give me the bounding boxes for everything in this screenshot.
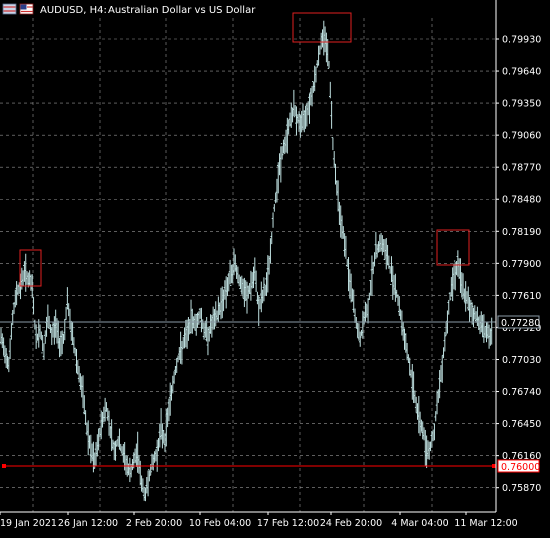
support-line-handle-right[interactable]	[492, 464, 496, 468]
time-tick-label: 26 Jan 12:00	[58, 518, 118, 529]
price-tick-label: 0.77900	[502, 259, 541, 270]
price-tick-label: 0.77610	[502, 291, 541, 302]
uk-flag-icon	[2, 3, 17, 15]
price-tick-label: 0.77030	[502, 355, 541, 366]
support-line-handle-left[interactable]	[2, 464, 6, 468]
price-tick-label: 0.79640	[502, 67, 541, 78]
symbol-label: AUDUSD, H4:	[40, 5, 107, 16]
price-tick-label: 0.76740	[502, 387, 541, 398]
current-price-text: 0.77280	[501, 318, 540, 329]
price-tick-label: 0.76450	[502, 419, 541, 430]
support-price-text: 0.76000	[501, 462, 540, 473]
price-tick-label: 0.79930	[502, 34, 541, 45]
chart-background	[0, 0, 550, 534]
chart-window[interactable]: AUDUSD, H4: Australian Dollar vs US Doll…	[0, 0, 550, 534]
time-tick-label: 2 Feb 20:00	[126, 518, 182, 529]
time-tick-label: 11 Mar 12:00	[454, 518, 517, 529]
price-tick-label: 0.78770	[502, 163, 541, 174]
support-price-label: 0.76000	[497, 459, 540, 473]
price-tick-label: 0.78480	[502, 195, 541, 206]
price-tick-label: 0.75870	[502, 483, 541, 494]
price-tick-label: 0.78190	[502, 227, 541, 238]
price-chart[interactable]: AUDUSD, H4: Australian Dollar vs US Doll…	[0, 0, 550, 534]
time-tick-label: 24 Feb 20:00	[320, 518, 382, 529]
price-tick-label: 0.79350	[502, 99, 541, 110]
us-flag-icon	[19, 3, 34, 15]
time-tick-label: 4 Mar 04:00	[391, 518, 448, 529]
price-tick-label: 0.79060	[502, 131, 541, 142]
title-bar: AUDUSD, H4: Australian Dollar vs US Doll…	[2, 3, 256, 16]
time-tick-label: 10 Feb 04:00	[189, 518, 251, 529]
time-tick-label: 17 Feb 12:00	[257, 518, 319, 529]
symbol-description: Australian Dollar vs US Dollar	[108, 5, 256, 16]
current-price-label: 0.77280	[497, 315, 540, 329]
time-tick-label: 19 Jan 2021	[0, 518, 57, 529]
